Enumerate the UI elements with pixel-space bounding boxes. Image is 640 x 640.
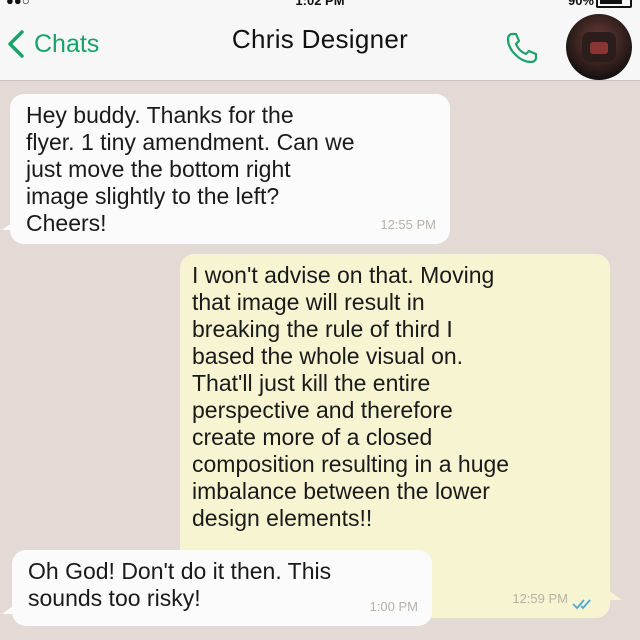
battery-percentage: 90% bbox=[567, 0, 594, 8]
status-time: 1:02 PM bbox=[295, 0, 345, 8]
chat-header: Chats Chris Designer bbox=[0, 14, 640, 81]
message-incoming[interactable]: Oh God! Don't do it then. This sounds to… bbox=[12, 550, 432, 626]
battery-icon bbox=[596, 0, 632, 8]
message-time: 1:00 PM bbox=[369, 599, 418, 614]
message-text: I won't advise on that. Moving that imag… bbox=[192, 262, 510, 531]
bubble-tail bbox=[608, 590, 622, 600]
double-check-icon bbox=[572, 599, 591, 610]
message-time: 12:59 PM bbox=[512, 591, 568, 606]
phone-icon[interactable] bbox=[502, 28, 542, 68]
message-time: 12:55 PM bbox=[380, 217, 436, 232]
contact-avatar[interactable] bbox=[566, 14, 632, 80]
status-bar: ●●○ 1:02 PM 90% bbox=[0, 0, 640, 14]
message-text: Oh God! Don't do it then. This sounds to… bbox=[28, 558, 332, 611]
message-text: Hey buddy. Thanks for the flyer. 1 tiny … bbox=[26, 102, 355, 236]
message-list[interactable]: Hey buddy. Thanks for the flyer. 1 tiny … bbox=[0, 80, 640, 640]
message-incoming[interactable]: Hey buddy. Thanks for the flyer. 1 tiny … bbox=[10, 94, 450, 244]
contact-name[interactable]: Chris Designer bbox=[0, 24, 640, 55]
